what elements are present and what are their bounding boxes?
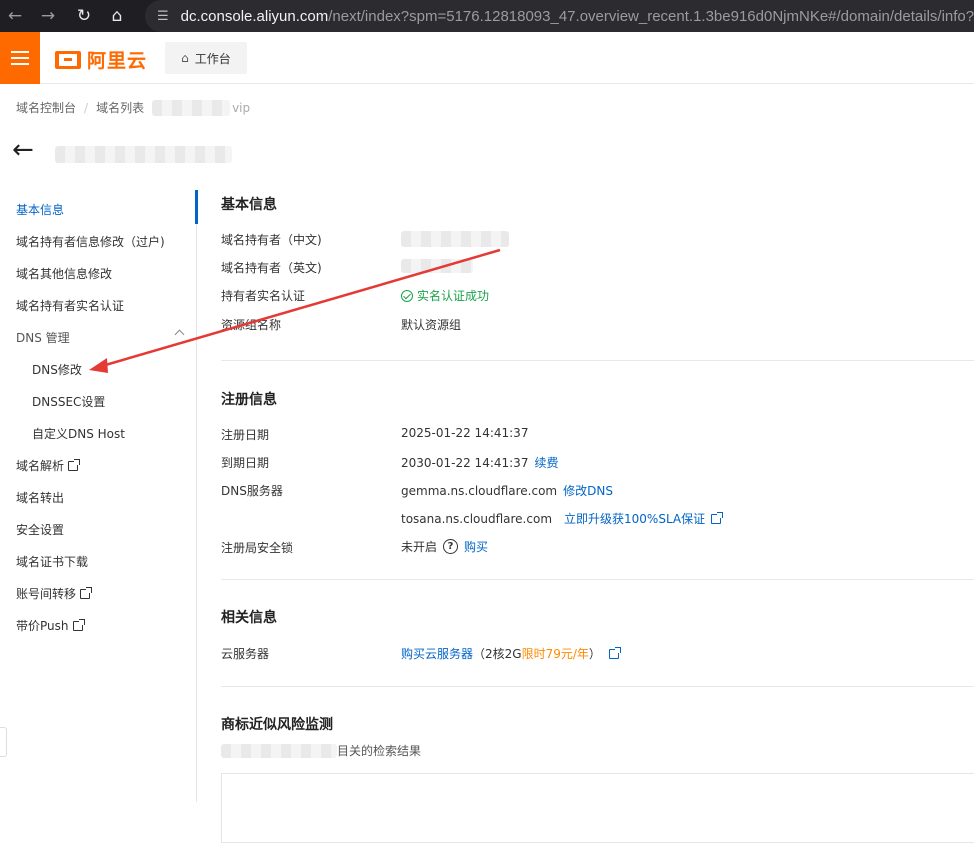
home-icon[interactable]: ⌂ [102,0,132,32]
external-link-icon[interactable] [608,646,621,659]
buy-lock-link[interactable]: 购买 [464,538,488,555]
sidebar-item-dns-modify[interactable]: DNS修改 [32,361,82,378]
dns-server-1-row: gemma.ns.cloudflare.com 修改DNS [401,482,613,499]
external-link-icon [80,586,93,599]
owner-en-value [401,259,473,273]
forward-nav-icon[interactable]: → [30,0,66,32]
divider [221,579,974,580]
dns-server-label: DNS服务器 [221,484,283,498]
section-title-trademark: 商标近似风险监测 [221,717,333,733]
sidebar-item-price-push[interactable]: 带价Push [16,617,85,634]
redacted-domain [221,743,337,758]
site-settings-icon[interactable]: ☰ [157,9,169,24]
check-circle-icon [401,289,413,302]
sidebar-item-basic-info[interactable]: 基本信息 [16,201,64,218]
divider [221,686,974,687]
redacted-owner-en [401,259,473,273]
breadcrumb-separator: / [84,100,89,115]
chevron-up-icon[interactable] [174,329,185,340]
active-indicator [195,190,198,224]
modify-dns-link[interactable]: 修改DNS [563,482,613,499]
cloud-spec-suffix: ） [588,647,601,661]
buy-cloud-server-link[interactable]: 购买云服务器 [401,645,473,662]
expire-date-row: 2030-01-22 14:41:37 续费 [401,454,558,471]
sidebar-item-security[interactable]: 安全设置 [16,521,64,538]
resource-group-value: 默认资源组 [401,318,462,332]
cloud-server-row: 购买云服务器 （2核2G 限时79元/年 ） [401,645,621,662]
dns-server-1: gemma.ns.cloudflare.com [401,483,558,498]
url-text: dc.console.aliyun.com/next/index?spm=517… [180,7,974,25]
help-icon[interactable]: ? [443,539,459,554]
cloud-promo-price: 限时79元/年 [521,647,589,661]
registry-lock-row: 未开启 ? 购买 [401,538,488,555]
console-header: 阿里云 ⌂ 工作台 [0,32,974,84]
owner-cn-label: 域名持有者（中文) [221,233,322,247]
divider [221,360,974,361]
back-arrow-icon[interactable]: ← [12,137,34,163]
redacted-domain [152,99,231,116]
sidebar-item-custom-dns-host[interactable]: 自定义DNS Host [32,425,125,442]
cloud-server-label: 云服务器 [221,647,270,661]
trademark-search-caption: 目关的检索结果 [221,742,421,759]
external-link-icon [72,618,85,631]
breadcrumb: 域名控制台 / 域名列表 vip [16,99,250,116]
owner-en-label: 域名持有者（英文) [221,261,322,275]
sidebar-item-realname[interactable]: 域名持有者实名认证 [16,297,124,314]
cloud-spec: （2核2G [473,647,522,661]
breadcrumb-domain-list[interactable]: 域名列表 [96,99,144,116]
resource-group-label: 资源组名称 [221,318,282,332]
aliyun-logo-icon [55,50,81,69]
dns-server-2: tosana.ns.cloudflare.com [401,511,553,526]
trademark-results-box [221,773,974,843]
browser-toolbar: ← → ↻ ⌂ ☰ dc.console.aliyun.com/next/ind… [0,0,974,32]
section-title-registration: 注册信息 [221,392,277,408]
back-nav-icon[interactable]: ← [0,0,30,32]
workbench-button[interactable]: ⌂ 工作台 [165,42,247,74]
reg-date-value: 2025-01-22 14:41:37 [401,426,529,440]
redacted-page-title [55,146,232,163]
expire-date-value: 2030-01-22 14:41:37 [401,455,529,470]
registry-lock-value: 未开启 [401,540,438,554]
menu-icon[interactable] [0,32,40,84]
redacted-owner-cn [401,231,509,247]
sidebar: 基本信息 域名持有者信息修改（过户) 域名其他信息修改 域名持有者实名认证 DN… [0,190,198,802]
renew-link[interactable]: 续费 [534,454,558,471]
sidebar-item-other-info[interactable]: 域名其他信息修改 [16,265,112,282]
breadcrumb-domain-console[interactable]: 域名控制台 [16,99,76,116]
home-icon: ⌂ [181,51,189,65]
sla-upgrade-link[interactable]: 立即升级获100%SLA保证 [564,510,705,527]
registry-lock-label: 注册局安全锁 [221,541,294,555]
verify-label: 持有者实名认证 [221,289,306,303]
section-title-basic: 基本信息 [221,197,277,213]
verify-status: 实名认证成功 [401,287,489,304]
breadcrumb-current-tail: vip [232,100,251,115]
section-title-related: 相关信息 [221,610,277,626]
sidebar-item-cert-download[interactable]: 域名证书下载 [16,553,88,570]
reg-date-label: 注册日期 [221,428,270,442]
sidebar-item-dns-resolve[interactable]: 域名解析 [16,457,81,474]
sidebar-item-transfer-out[interactable]: 域名转出 [16,489,64,506]
external-link-icon [68,458,81,471]
sidebar-item-dnssec[interactable]: DNSSEC设置 [32,393,105,410]
expire-date-label: 到期日期 [221,456,270,470]
sidebar-item-dns-management[interactable]: DNS 管理 [16,329,70,346]
sidebar-collapse-handle[interactable] [0,727,7,757]
external-link-icon[interactable] [711,511,724,524]
owner-cn-value [401,231,509,247]
sidebar-item-account-transfer[interactable]: 账号间转移 [16,585,93,602]
reload-icon[interactable]: ↻ [66,0,102,32]
aliyun-logo[interactable]: 阿里云 [55,46,147,73]
dns-server-2-row: tosana.ns.cloudflare.com 立即升级获100%SLA保证 [401,510,724,527]
sidebar-item-owner-change[interactable]: 域名持有者信息修改（过户) [16,233,165,250]
address-bar[interactable]: ☰ dc.console.aliyun.com/next/index?spm=5… [145,0,974,32]
